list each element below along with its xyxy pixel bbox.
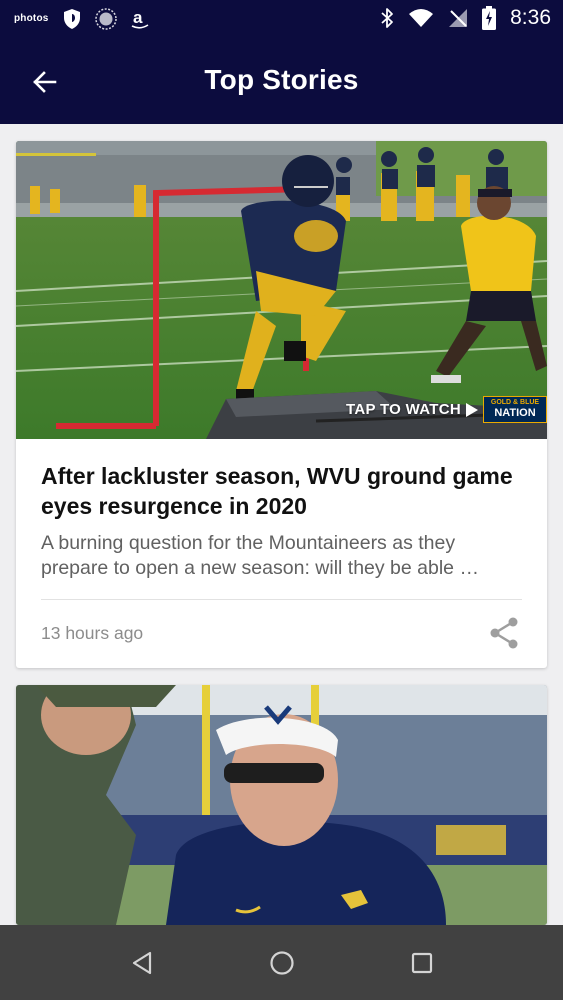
status-bar: photos a 8:36 <box>0 0 563 40</box>
home-circle-icon <box>270 951 294 975</box>
shield-icon <box>63 9 80 29</box>
story-headline[interactable]: After lackluster season, WVU ground game… <box>41 461 521 521</box>
vpn-circle-icon <box>94 8 117 30</box>
story-image-football-practice[interactable] <box>16 141 547 439</box>
app-bar: Top Stories <box>0 40 563 124</box>
tap-to-watch-label: TAP TO WATCH <box>346 401 461 418</box>
svg-text:a: a <box>133 8 143 27</box>
card-divider <box>41 599 522 600</box>
play-icon <box>466 402 478 417</box>
no-signal-icon <box>449 9 468 27</box>
gold-blue-nation-logo: GOLD & BLUE NATION <box>483 396 547 423</box>
recents-square-icon <box>411 952 433 974</box>
nav-back-button[interactable] <box>126 947 158 979</box>
badge-bottom-text: NATION <box>494 407 536 419</box>
tap-to-watch-overlay[interactable]: TAP TO WATCH GOLD & BLUE NATION <box>346 396 547 423</box>
badge-top-text: GOLD & BLUE <box>490 399 540 406</box>
story-card[interactable] <box>16 685 547 925</box>
nav-home-button[interactable] <box>266 947 298 979</box>
nav-recents-button[interactable] <box>406 947 438 979</box>
status-time: 8:36 <box>510 6 551 29</box>
amazon-photos-icon: photos <box>14 12 49 24</box>
share-button[interactable] <box>486 615 522 651</box>
story-summary: A burning question for the Mountaineers … <box>41 532 479 579</box>
page-title: Top Stories <box>204 64 359 95</box>
amazon-icon: a <box>131 8 148 29</box>
status-right-icons: 8:36 <box>380 6 551 30</box>
battery-charging-icon <box>482 6 497 30</box>
status-left-icons: photos a <box>14 8 149 30</box>
bluetooth-icon <box>381 8 394 28</box>
wifi-icon <box>409 9 434 27</box>
share-icon <box>490 617 518 649</box>
story-image-coach[interactable] <box>16 685 547 925</box>
story-timestamp: 13 hours ago <box>41 623 144 643</box>
system-nav-bar <box>0 925 563 1000</box>
back-triangle-icon <box>132 951 152 975</box>
story-card[interactable]: TAP TO WATCH GOLD & BLUE NATION After la… <box>16 141 547 668</box>
